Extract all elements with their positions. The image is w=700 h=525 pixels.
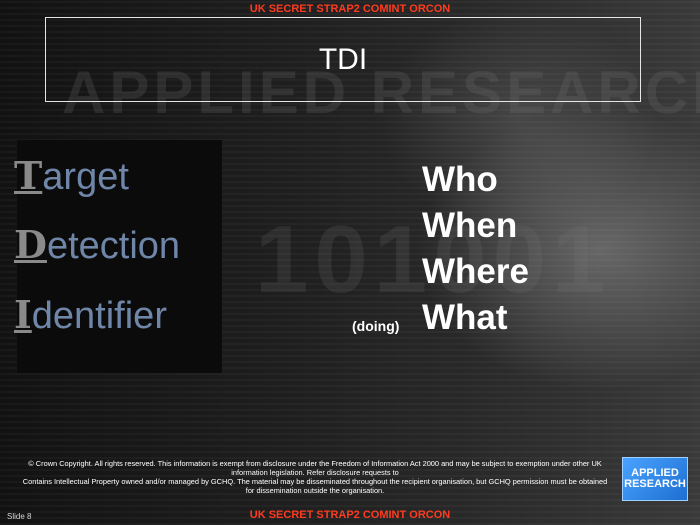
question-doing-prefix: (doing) xyxy=(352,318,400,334)
classification-banner-bottom: UK SECRET STRAP2 COMINT ORCON xyxy=(249,509,451,521)
logo-line-2: RESEARCH xyxy=(624,478,686,490)
footer-ip-line: Contains Intellectual Property owned and… xyxy=(22,477,608,495)
acronym-letter: D xyxy=(14,222,47,267)
acronym-letter: T xyxy=(14,153,43,198)
classification-banner-top: UK SECRET STRAP2 COMINT ORCON xyxy=(249,3,451,15)
title-box: TDI xyxy=(45,17,641,102)
question-what: What xyxy=(422,298,508,337)
question-where: Where xyxy=(422,252,529,291)
question-when: When xyxy=(422,206,518,245)
acronym-letter: I xyxy=(14,292,32,337)
acronym-row-target: Target xyxy=(14,153,129,199)
acronym-row-detection: Detection xyxy=(14,222,180,268)
question-who: Who xyxy=(422,160,498,199)
acronym-word-rest: etection xyxy=(46,225,181,267)
acronym-word-rest: dentifier xyxy=(31,295,167,337)
acronym-row-identifier: Identifier xyxy=(14,292,167,338)
acronym-word-rest: arget xyxy=(42,156,129,198)
footer-copyright-line: © Crown Copyright. All rights reserved. … xyxy=(28,459,602,477)
applied-research-logo: APPLIED RESEARCH xyxy=(622,457,688,501)
slide-title: TDI xyxy=(318,42,368,76)
footer-disclaimer: © Crown Copyright. All rights reserved. … xyxy=(20,459,610,495)
